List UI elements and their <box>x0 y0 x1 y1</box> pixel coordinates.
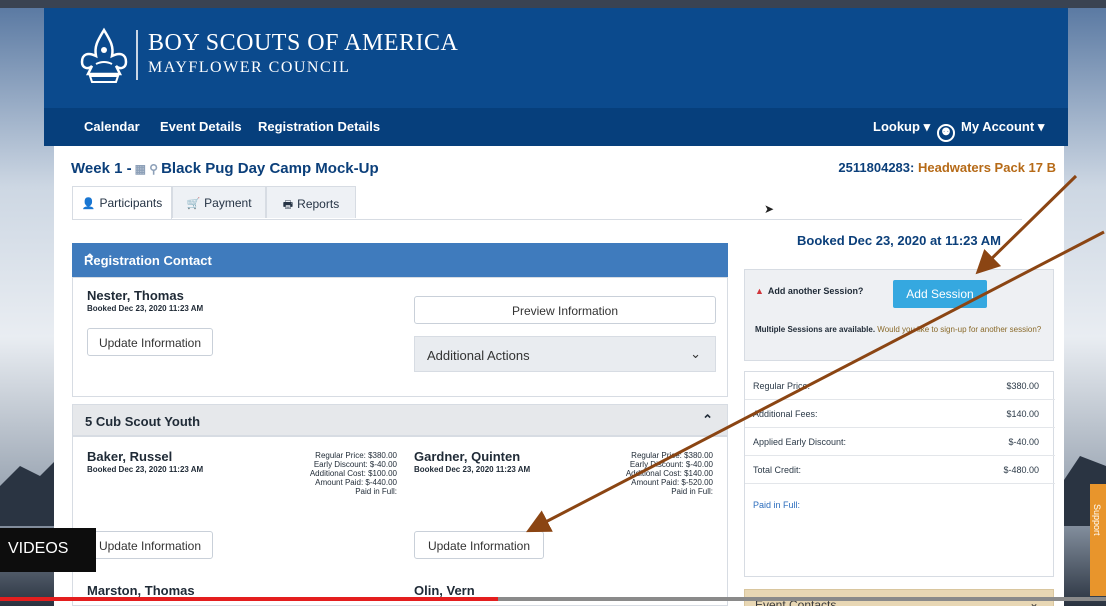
unit-identifier: 2511804283: Headwaters Pack 17 B <box>838 160 1056 175</box>
user-circle-icon: ⚉ <box>937 124 955 142</box>
videos-overlay-label[interactable]: VIDEOS <box>0 528 96 572</box>
price-row-early-discount: Applied Early Discount: $-40.00 <box>745 428 1055 456</box>
price-row-additional-fees: Additional Fees: $140.00 <box>745 400 1055 428</box>
chevron-up-icon[interactable]: ⌃ <box>702 412 713 428</box>
scout-booked-date: Booked Dec 23, 2020 11:23 AM <box>87 465 204 474</box>
chevron-up-icon[interactable]: ⌃ <box>84 251 714 268</box>
caret-down-icon: ▾ <box>1037 119 1045 134</box>
additional-actions-dropdown[interactable]: Additional Actions ⌄ <box>414 336 716 372</box>
scout-paid-in-full: Paid in Full: <box>671 487 713 496</box>
chevron-down-icon: ⌄ <box>690 346 701 361</box>
scout-name: Gardner, Quinten <box>414 449 521 464</box>
additional-actions-label: Additional Actions <box>427 348 530 363</box>
unit-name[interactable]: Headwaters Pack 17 B <box>918 160 1056 175</box>
org-name-line2: MAYFLOWER COUNCIL <box>148 59 351 76</box>
nav-registration-details[interactable]: Registration Details <box>258 119 380 134</box>
multiple-sessions-bold: Multiple Sessions are available. <box>755 325 876 334</box>
price-label: Applied Early Discount: <box>753 437 847 447</box>
main-nav: Calendar Event Details Registration Deta… <box>44 108 1068 146</box>
videos-label: VIDEOS <box>8 540 69 557</box>
youth-section-body: Baker, Russel Booked Dec 23, 2020 11:23 … <box>72 436 728 606</box>
scout-paid-in-full: Paid in Full: <box>355 487 397 496</box>
multiple-sessions-note: Multiple Sessions are available. Would y… <box>755 324 1047 335</box>
title-week: Week 1 - <box>71 160 132 177</box>
support-tab[interactable]: Support <box>1090 484 1106 596</box>
nav-event-details[interactable]: Event Details <box>160 119 242 134</box>
nav-my-account-label: My Account <box>961 119 1035 134</box>
video-progress-bar[interactable] <box>0 597 1106 601</box>
nav-lookup-dropdown[interactable]: Lookup ▾ <box>873 119 930 135</box>
tab-payment[interactable]: 🛒 Payment <box>172 186 266 218</box>
tab-reports[interactable]: 🖶 Reports <box>266 186 356 218</box>
browser-bookmarks-bar[interactable] <box>0 0 1106 8</box>
youth-section-header[interactable]: 5 Cub Scout Youth ⌃ <box>72 404 728 436</box>
add-session-warning: ▲ Add another Session? <box>755 286 863 296</box>
contact-booked-date: Booked Dec 23, 2020 11:23 AM <box>87 304 204 313</box>
tab-reports-label: Reports <box>297 197 340 211</box>
registration-page: Week 1 - ▦ ⚲ Black Pug Day Camp Mock-Up 25… <box>54 146 1064 606</box>
update-information-button[interactable]: Update Information <box>87 328 213 356</box>
tab-divider <box>72 219 1022 220</box>
scout-fee-additional: Additional Cost: $140.00 <box>625 469 713 478</box>
site-header: BOY SCOUTS OF AMERICA MAYFLOWER COUNCIL <box>44 8 1068 108</box>
price-value: $-40.00 <box>1008 437 1039 447</box>
paid-in-full-label: Paid in Full: <box>753 500 801 510</box>
price-row-regular: Regular Price: $380.00 <box>745 372 1055 400</box>
tab-participants[interactable]: 👤 Participants <box>72 186 172 220</box>
mouse-cursor-icon: ➤ <box>764 202 775 216</box>
support-label: Support <box>1092 504 1102 536</box>
price-label: Regular Price: <box>753 381 811 391</box>
scout-name-partial: Olin, Vern <box>414 583 475 598</box>
contact-name: Nester, Thomas <box>87 288 184 303</box>
registration-contact-body: Nester, Thomas Booked Dec 23, 2020 11:23… <box>72 277 728 397</box>
scout-fee-discount: Early Discount: $-40.00 <box>629 460 713 469</box>
browser-viewport: BOY SCOUTS OF AMERICA MAYFLOWER COUNCIL … <box>0 8 1106 606</box>
price-value: $140.00 <box>1006 409 1039 419</box>
page-title: Week 1 - ▦ ⚲ Black Pug Day Camp Mock-Up <box>71 160 379 177</box>
scout-fee-regular: Regular Price: $380.00 <box>631 451 713 460</box>
scout-name-partial: Marston, Thomas <box>87 583 195 598</box>
booked-date: Booked Dec 23, 2020 at 11:23 AM <box>796 233 1001 248</box>
title-event-name: Black Pug Day Camp Mock-Up <box>161 160 379 177</box>
warning-icon: ▲ <box>755 286 764 296</box>
update-information-button[interactable]: Update Information <box>414 531 544 559</box>
nav-my-account-dropdown[interactable]: ⚉ My Account ▾ <box>937 119 1044 142</box>
add-session-button[interactable]: Add Session <box>893 280 987 308</box>
nav-lookup-label: Lookup <box>873 119 920 134</box>
add-session-warning-text: Add another Session? <box>767 286 864 296</box>
scout-fee-additional: Additional Cost: $100.00 <box>309 469 397 478</box>
scout-fee-regular: Regular Price: $380.00 <box>315 451 397 460</box>
multiple-sessions-text: Would you like to sign-up for another se… <box>875 325 1042 334</box>
print-icon: 🖶 <box>282 199 294 211</box>
bsa-fleur-de-lis-logo <box>80 27 128 83</box>
preview-information-button[interactable]: Preview Information <box>414 296 716 324</box>
scout-fee-paid: Amount Paid: $-440.00 <box>315 478 397 487</box>
update-information-button[interactable]: Update Information <box>87 531 213 559</box>
scout-fee-paid: Amount Paid: $-520.00 <box>631 478 713 487</box>
logo-divider <box>136 30 138 80</box>
video-progress-fill <box>0 597 498 601</box>
youth-section-title: 5 Cub Scout Youth <box>85 414 201 429</box>
user-icon: 👤 <box>81 198 96 210</box>
scout-name: Baker, Russel <box>87 449 173 464</box>
organization-name[interactable]: BOY SCOUTS OF AMERICA MAYFLOWER COUNCIL <box>148 30 458 77</box>
tab-participants-label: Participants <box>99 196 163 210</box>
tab-payment-label: Payment <box>204 196 252 210</box>
add-session-box: ▲ Add another Session? Add Session Multip… <box>744 269 1054 361</box>
price-row-total-credit: Total Credit: $-480.00 <box>745 456 1055 484</box>
cart-icon: 🛒 <box>186 198 201 210</box>
org-name-line1: BOY SCOUTS OF AMERICA <box>148 30 459 56</box>
unit-number: 2511804283: <box>838 160 915 175</box>
scout-fee-discount: Early Discount: $-40.00 <box>313 460 397 469</box>
price-label: Total Credit: <box>753 465 802 475</box>
price-value: $-480.00 <box>1003 465 1039 475</box>
registration-contact-header[interactable]: Registration Contact ⌃ <box>72 243 728 277</box>
price-value: $380.00 <box>1006 381 1039 391</box>
scout-booked-date: Booked Dec 23, 2020 11:23 AM <box>414 465 531 474</box>
nav-calendar[interactable]: Calendar <box>84 119 140 134</box>
price-summary: Regular Price: $380.00 Additional Fees: $1… <box>744 371 1055 577</box>
calendar-location-icons[interactable]: ▦ ⚲ <box>135 162 158 176</box>
price-label: Additional Fees: <box>753 409 818 419</box>
caret-down-icon: ▾ <box>923 119 931 134</box>
